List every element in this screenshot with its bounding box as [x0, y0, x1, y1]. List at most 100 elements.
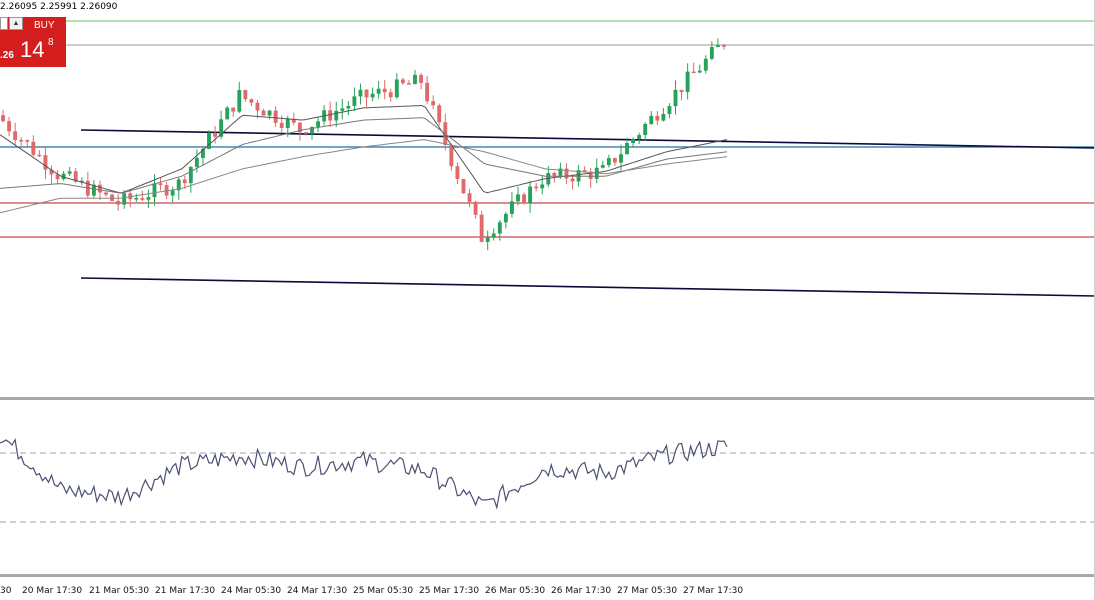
candle-body [255, 102, 260, 111]
candle-body [152, 183, 157, 198]
candle-body [243, 90, 248, 100]
candle-body [316, 121, 321, 127]
candle-body [382, 88, 387, 93]
candle-body [188, 166, 193, 184]
candle-body [273, 110, 278, 123]
oscillator-line [0, 437, 728, 510]
candle-body [194, 157, 199, 167]
x-axis-label: 26 Mar 05:30 [485, 586, 546, 596]
candle-body [116, 200, 121, 205]
candle-body [304, 132, 308, 134]
candle-body [425, 82, 430, 102]
candle-body [376, 88, 381, 94]
x-axis-label: 30 [0, 586, 12, 596]
buy-price-prefix: .26 [0, 50, 14, 61]
lot-field[interactable] [0, 17, 8, 30]
lower-trendline[interactable] [80, 277, 1095, 297]
candle-body [406, 83, 411, 85]
candle-body [449, 144, 454, 167]
candle-body [431, 101, 436, 106]
candle-body [461, 178, 466, 194]
candle-body [394, 79, 399, 98]
candle-body [540, 184, 545, 189]
candle-body [267, 110, 272, 116]
candle-body [413, 74, 417, 84]
candle-body [612, 158, 617, 163]
x-axis-label: 26 Mar 17:30 [551, 586, 612, 596]
moving-average-line [0, 117, 728, 194]
candle-body [7, 121, 12, 132]
ohlc-readout: 2.26095 2.25991 2.26090 [0, 2, 118, 12]
candle-body [37, 154, 42, 157]
moving-average-line [0, 104, 728, 194]
candle-body [637, 135, 642, 140]
candle-body [25, 140, 30, 142]
candle-body [437, 105, 442, 123]
candle-body [67, 171, 72, 174]
candle-body [516, 194, 520, 202]
candle-body [722, 45, 726, 47]
candle-body [122, 193, 127, 205]
candle-body [419, 74, 423, 83]
candle-body [697, 70, 702, 73]
arrow-up-icon[interactable]: ▲ [9, 17, 23, 30]
one-click-trade-panel[interactable]: BUY .26 14 8 ▲ [0, 17, 66, 67]
candlesticks [1, 38, 726, 251]
candle-body [479, 214, 484, 242]
candle-body [661, 113, 666, 121]
candle-body [703, 58, 708, 71]
x-axis-label: 21 Mar 17:30 [155, 586, 216, 596]
candle-body [643, 124, 648, 136]
candle-body [43, 155, 48, 170]
candle-body [715, 45, 720, 48]
candle-body [225, 107, 230, 120]
x-axis-label: 20 Mar 17:30 [22, 586, 83, 596]
candle-body [509, 201, 514, 214]
buy-price-sup: 8 [48, 37, 54, 48]
candle-body [31, 141, 36, 155]
candle-body [98, 184, 102, 193]
price-chart[interactable] [0, 0, 1095, 600]
candle-body [213, 132, 218, 137]
buy-price-big: 14 [20, 37, 45, 62]
candle-body [600, 165, 605, 168]
candle-body [491, 233, 496, 238]
candle-body [358, 89, 363, 97]
candle-body [685, 71, 690, 93]
candle-body [249, 99, 254, 103]
candle-body [473, 201, 478, 215]
candle-body [279, 122, 284, 128]
pane-separator[interactable] [0, 397, 1095, 400]
candle-body [134, 198, 139, 200]
candle-body [606, 158, 611, 166]
candle-body [570, 178, 575, 182]
candle-body [691, 71, 696, 74]
candle-body [625, 143, 629, 155]
candle-body [346, 105, 351, 109]
candle-body [528, 186, 533, 204]
candle-body [19, 139, 24, 142]
upper-trendline[interactable] [80, 129, 1095, 149]
axis-separator [0, 574, 1095, 577]
candle-body [467, 193, 472, 202]
candle-body [13, 131, 18, 140]
candle-body [455, 166, 460, 179]
candle-body [649, 115, 654, 125]
candle-body [709, 47, 714, 59]
candle-body [231, 107, 236, 112]
buy-label: BUY [34, 20, 55, 31]
x-axis-label: 25 Mar 05:30 [353, 586, 414, 596]
candle-body [370, 93, 375, 98]
candle-body [364, 89, 369, 98]
candle-body [497, 222, 502, 234]
candle-body [485, 237, 490, 242]
candle-body [552, 172, 557, 176]
candle-body [170, 190, 175, 196]
candle-body [655, 115, 660, 121]
candle-body [261, 110, 266, 116]
candle-body [673, 89, 678, 107]
candle-body [534, 186, 539, 189]
candle-body [140, 198, 145, 200]
candle-body [146, 197, 151, 200]
candle-body [352, 96, 357, 106]
